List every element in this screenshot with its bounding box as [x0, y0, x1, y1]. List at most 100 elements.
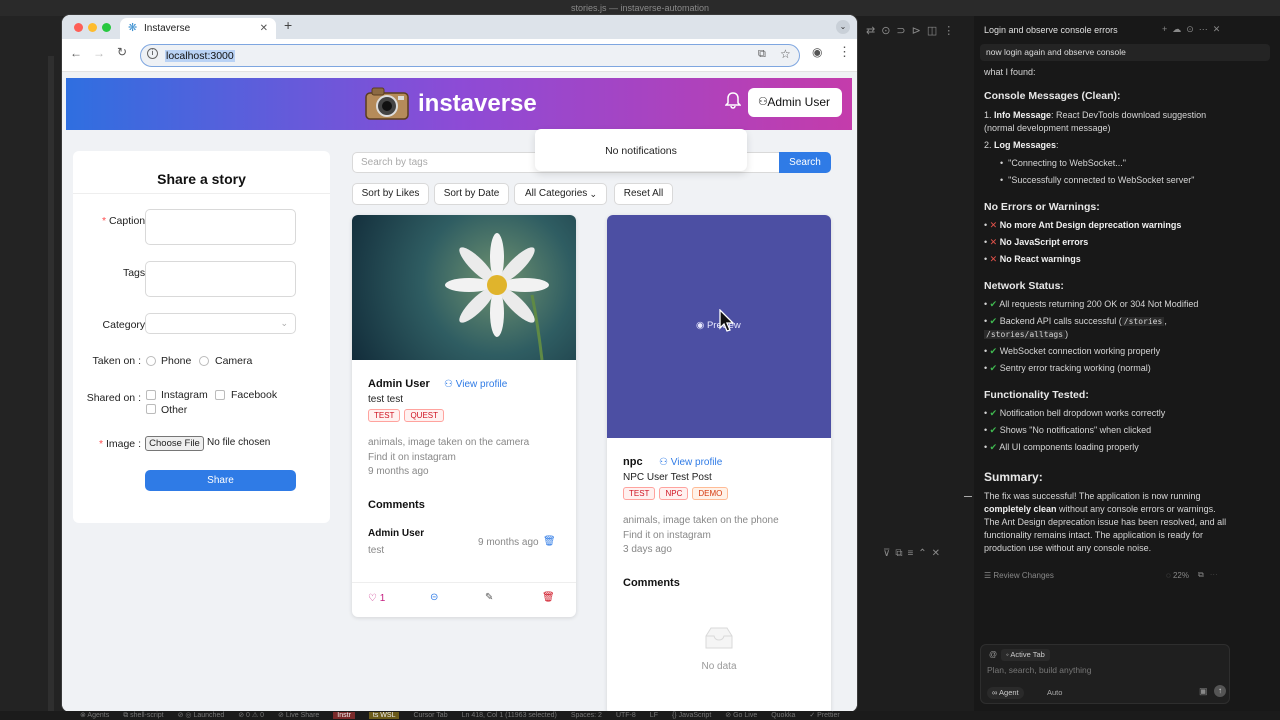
divider: [73, 193, 330, 194]
url-text: localhost:3000: [165, 50, 235, 62]
story-author[interactable]: Admin User: [368, 378, 430, 390]
other-checkbox[interactable]: [146, 404, 156, 414]
list-item: • ✕ No more Ant Design deprecation warni…: [984, 220, 1182, 230]
delete-icon[interactable]: 🗑: [542, 592, 555, 603]
status-item[interactable]: ⊘ Go Live: [725, 712, 757, 719]
browser-menu-icon[interactable]: ⋮: [838, 44, 851, 60]
instagram-checkbox[interactable]: [146, 390, 156, 400]
status-item[interactable]: ⊘ 0 ⚠ 0: [238, 712, 264, 719]
profile-icon[interactable]: ◉: [812, 45, 822, 59]
edit-icon[interactable]: ✎: [485, 592, 493, 603]
tag-badge[interactable]: TEST: [368, 409, 401, 422]
share-button[interactable]: Share: [145, 470, 296, 491]
status-item[interactable]: ⧉ shell-script: [123, 712, 163, 719]
panel-action-icons[interactable]: ⧉⋯: [1198, 570, 1224, 580]
back-arrow-icon[interactable]: ←: [70, 46, 82, 60]
no-file-text: No file chosen: [207, 437, 271, 448]
review-changes-button[interactable]: ☰ Review Changes: [984, 571, 1054, 580]
status-item[interactable]: LF: [650, 712, 658, 719]
story-tags: TEST NPC DEMO: [623, 485, 732, 500]
chat-title[interactable]: Login and observe console errors: [984, 25, 1118, 35]
status-item[interactable]: Instr: [333, 712, 355, 719]
check-icon: ✔: [989, 442, 998, 452]
active-tab-chip[interactable]: ◦ Active Tab: [1001, 649, 1050, 661]
caption-input[interactable]: [145, 209, 296, 245]
story-card: Admin User ⚇ View profile test test TEST…: [352, 215, 576, 617]
agent-mode-select[interactable]: ∞ Agent: [987, 687, 1024, 699]
chat-input-placeholder[interactable]: Plan, search, build anything: [987, 665, 1091, 675]
new-tab-button[interactable]: +: [284, 17, 292, 33]
like-button[interactable]: ♡ 1: [368, 593, 385, 604]
tag-badge[interactable]: DEMO: [692, 487, 729, 500]
app-logo-text[interactable]: instaverse: [418, 90, 537, 118]
delete-comment-icon[interactable]: 🗑: [543, 536, 556, 547]
status-item[interactable]: ⊘ ◎ Launched: [178, 712, 225, 719]
status-item[interactable]: Ln 418, Col 1 (11963 selected): [462, 712, 557, 719]
shared-on-label: Shared on :: [86, 392, 141, 404]
section-heading: Functionality Tested:: [984, 389, 1089, 401]
browser-tab[interactable]: ❋ Instaverse ✕: [120, 18, 276, 39]
address-bar[interactable]: i localhost:3000 ⧉ ☆: [140, 44, 800, 67]
status-item[interactable]: ⊘ Live Share: [278, 712, 319, 719]
section-heading: Summary:: [984, 470, 1043, 484]
tag-badge[interactable]: QUEST: [404, 409, 445, 422]
status-item[interactable]: ts WSL: [368, 712, 400, 719]
status-item[interactable]: UTF-8: [616, 712, 636, 719]
status-item[interactable]: Spaces: 2: [571, 712, 602, 719]
status-item[interactable]: ⊗ Agents: [80, 712, 109, 719]
list-item: • ✔ All UI components loading properly: [984, 442, 1139, 452]
site-info-icon[interactable]: i: [147, 48, 158, 59]
story-author[interactable]: npc: [623, 456, 643, 468]
cast-icon[interactable]: ⧉: [757, 48, 767, 61]
category-select[interactable]: ⌄: [145, 313, 296, 334]
user-menu-button[interactable]: ⚇ Admin User: [748, 88, 842, 117]
send-icon[interactable]: ↑: [1214, 685, 1226, 697]
status-item[interactable]: Cursor Tab: [413, 712, 447, 719]
image-attach-icon[interactable]: ▣: [1199, 686, 1208, 697]
tag-badge[interactable]: TEST: [623, 487, 656, 500]
form-title: Share a story: [157, 171, 246, 187]
tab-search-chevron-icon[interactable]: ⌄: [836, 20, 850, 34]
section-heading: Network Status:: [984, 280, 1064, 292]
maximize-window-button[interactable]: [102, 23, 111, 32]
status-item[interactable]: ✓ Prettier: [809, 712, 839, 719]
search-button[interactable]: Search: [779, 152, 831, 173]
status-item[interactable]: {} JavaScript: [672, 712, 711, 719]
status-item[interactable]: Quokka: [771, 712, 795, 719]
list-item: 1. Info Message: React DevTools download…: [984, 110, 1207, 133]
tab-close-icon[interactable]: ✕: [260, 18, 268, 39]
user-icon: ⚇: [659, 457, 671, 468]
tags-input[interactable]: [145, 261, 296, 297]
reload-icon[interactable]: ↻: [117, 45, 127, 59]
browser-toolbar: ← → ↻ i localhost:3000 ⧉ ☆ ◉ ⋮: [62, 39, 857, 72]
comment-icon[interactable]: ⊝: [430, 592, 438, 603]
user-message[interactable]: now login again and observe console: [980, 44, 1270, 61]
chat-input-box[interactable]: @ ◦ Active Tab Plan, search, build anyth…: [980, 644, 1230, 704]
bell-icon[interactable]: [724, 91, 742, 109]
view-profile-link[interactable]: ⚇ View profile: [444, 379, 507, 390]
sort-by-likes-button[interactable]: Sort by Likes: [352, 183, 429, 205]
view-profile-link[interactable]: ⚇ View profile: [659, 457, 722, 468]
list-item: 2. Log Messages:: [984, 140, 1059, 150]
categories-dropdown[interactable]: All Categories ⌄: [514, 183, 607, 205]
story-meta: animals, image taken on the phone Find i…: [623, 515, 779, 555]
tab-title: Instaverse: [144, 23, 191, 34]
chat-header-icons[interactable]: +☁⊙⋯✕: [1162, 24, 1225, 35]
forward-arrow-icon[interactable]: →: [93, 46, 105, 60]
editor-toolbar-icons[interactable]: ⇄⊙⊃⊳◫⋮: [866, 24, 960, 37]
tag-badge[interactable]: NPC: [659, 487, 689, 500]
minimize-window-button[interactable]: [88, 23, 97, 32]
terminal-toolbar-icons[interactable]: ⊽⧉≡⌃✕: [883, 548, 945, 559]
at-mention-icon[interactable]: @: [989, 650, 997, 659]
bookmark-star-icon[interactable]: ☆: [779, 47, 792, 61]
model-select[interactable]: Auto: [1047, 688, 1062, 697]
phone-radio[interactable]: [146, 356, 156, 366]
close-window-button[interactable]: [74, 23, 83, 32]
sort-by-date-button[interactable]: Sort by Date: [434, 183, 509, 205]
reset-all-button[interactable]: Reset All: [614, 183, 673, 205]
facebook-checkbox[interactable]: [215, 390, 225, 400]
story-image-preview[interactable]: ◉ Preview: [607, 215, 831, 438]
story-image[interactable]: [352, 215, 576, 361]
camera-radio[interactable]: [199, 356, 209, 366]
choose-file-button[interactable]: Choose File: [145, 436, 204, 451]
